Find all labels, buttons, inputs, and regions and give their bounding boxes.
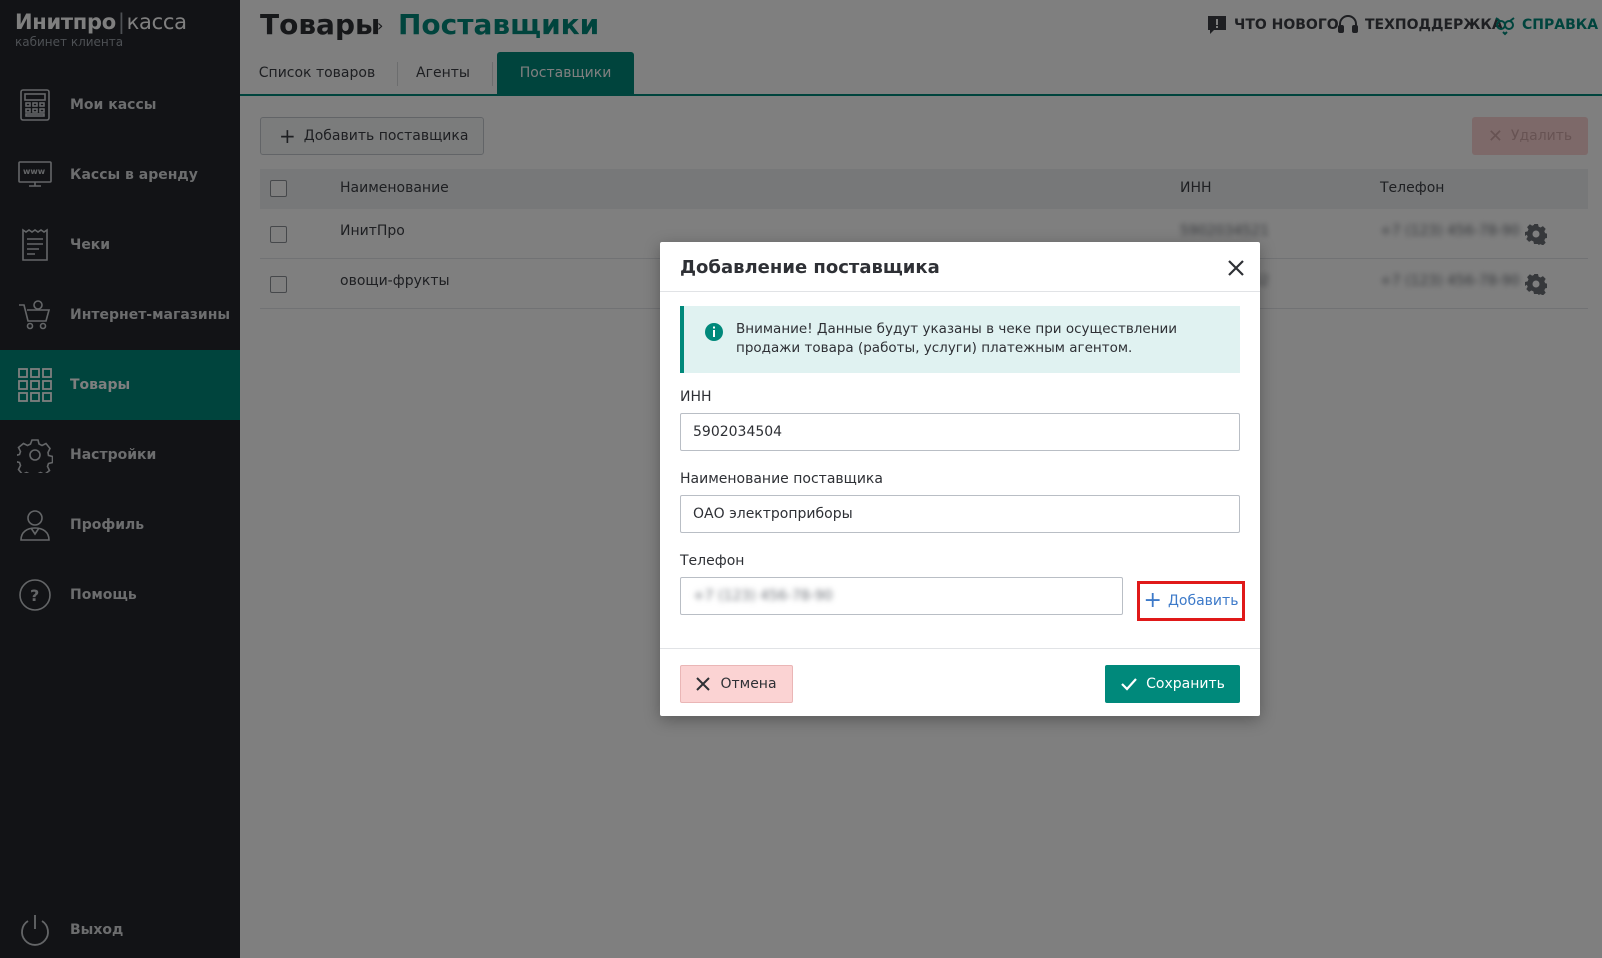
dialog-title: Добавление поставщика <box>680 257 940 278</box>
add-phone-button[interactable]: + Добавить <box>1137 581 1245 621</box>
inn-value: 5902034504 <box>693 424 783 440</box>
close-icon[interactable] <box>1226 258 1246 278</box>
close-icon <box>696 677 711 691</box>
save-label: Сохранить <box>1146 676 1225 692</box>
phone-label: Телефон <box>680 553 745 569</box>
info-icon <box>705 323 723 341</box>
supplier-name-label: Наименование поставщика <box>680 471 883 487</box>
supplier-name-input[interactable]: ОАО электроприборы <box>680 495 1240 533</box>
add-supplier-dialog: Добавление поставщика Внимание! Данные б… <box>660 242 1260 716</box>
info-notice: Внимание! Данные будут указаны в чеке пр… <box>680 306 1240 373</box>
save-button[interactable]: Сохранить <box>1105 665 1240 703</box>
cancel-label: Отмена <box>720 676 777 692</box>
dialog-header: Добавление поставщика <box>660 242 1260 292</box>
phone-value: +7 (123) 456-78-90 <box>693 588 833 604</box>
inn-label: ИНН <box>680 389 712 405</box>
notice-text: Внимание! Данные будут указаны в чеке пр… <box>736 321 1178 356</box>
check-icon <box>1121 678 1137 691</box>
inn-input[interactable]: 5902034504 <box>680 413 1240 451</box>
cancel-button[interactable]: Отмена <box>680 665 793 703</box>
phone-input[interactable]: +7 (123) 456-78-90 <box>680 577 1123 615</box>
plus-icon: + <box>1143 588 1162 613</box>
supplier-name-value: ОАО электроприборы <box>693 506 853 522</box>
dialog-footer: Отмена Сохранить <box>660 648 1260 716</box>
add-phone-label: Добавить <box>1167 593 1239 609</box>
